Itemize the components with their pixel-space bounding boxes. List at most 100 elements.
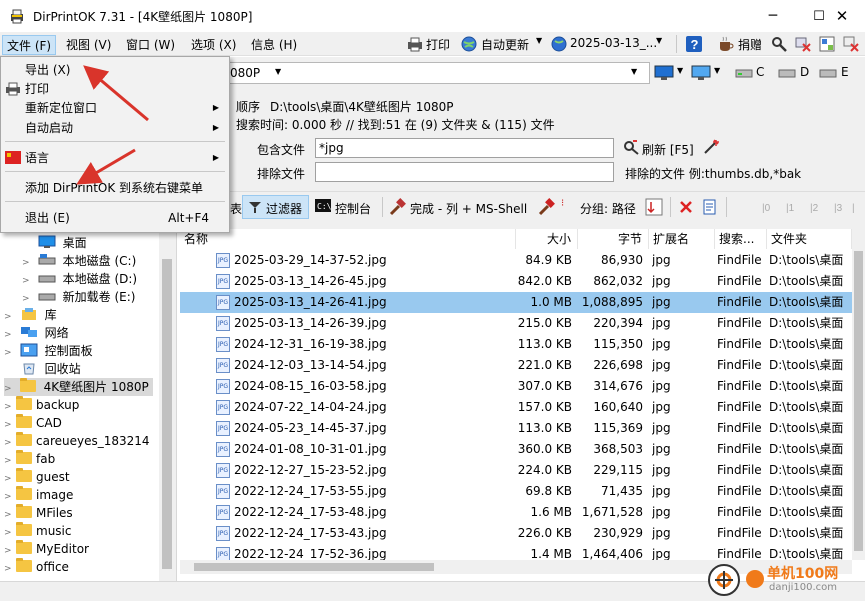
column-header-size[interactable]: 大小 (516, 229, 578, 249)
tree-item-folder[interactable]: > careueyes_183214 (4, 432, 150, 450)
drive-icon[interactable] (819, 66, 837, 83)
finish-columns-icon[interactable] (389, 198, 407, 219)
copy-list-icon[interactable] (701, 198, 719, 219)
tree-item-folder[interactable]: > image (4, 486, 73, 504)
date-select[interactable]: 2025-03-13_... (570, 36, 657, 50)
menu-view[interactable]: 视图 (V) (62, 35, 115, 55)
tree-item-folder[interactable]: > backup (4, 396, 79, 414)
tree-item-folder[interactable]: > fab (4, 450, 55, 468)
refresh-icon[interactable] (622, 139, 640, 158)
tree-item-drive-e[interactable]: > 新加载卷 (E:) (22, 288, 135, 306)
refresh-button[interactable]: 刷新 [F5] (642, 141, 694, 158)
menu-item-exit[interactable]: 退出 (E) Alt+F4 (1, 208, 229, 228)
menu-file[interactable]: 文件 (F) (2, 35, 57, 55)
tools-icon[interactable] (771, 36, 787, 55)
chevron-down-icon[interactable]: ▼ (631, 67, 637, 76)
drive-d-label[interactable]: D (800, 65, 809, 79)
tree-item-network[interactable]: > 网络 (4, 324, 69, 342)
table-row[interactable]: JPG 2022-12-27_15-23-52.jpg 224.0 KB 229,11… (180, 460, 852, 481)
close-button[interactable]: ✕ (819, 0, 865, 32)
tree-item-folder[interactable]: > CAD (4, 414, 62, 432)
table-row[interactable]: JPG 2024-01-08_10-31-01.jpg 360.0 KB 368,50… (180, 439, 852, 460)
tree-item-recycle-bin[interactable]: 回收站 (4, 360, 81, 378)
column-header-extension[interactable]: 扩展名 (649, 229, 715, 249)
chevron-down-icon[interactable]: ▼ (536, 36, 542, 45)
drive-c-label[interactable]: C (756, 65, 764, 79)
drive-e-label[interactable]: E (841, 65, 849, 79)
menu-item-print[interactable]: 打印 (1, 79, 229, 99)
tree-scroll-thumb[interactable] (162, 259, 172, 569)
level-2-icon[interactable]: |2 (810, 200, 826, 217)
tree-item-folder[interactable]: > guest (4, 468, 70, 486)
tree-item-drive-d[interactable]: > 本地磁盘 (D:) (22, 270, 137, 288)
table-row[interactable]: JPG 2024-07-22_14-04-24.jpg 157.0 KB 160,64… (180, 397, 852, 418)
monitor-icon[interactable] (654, 65, 674, 84)
delete-icon[interactable] (678, 199, 694, 218)
table-row[interactable]: JPG 2025-03-13_14-26-39.jpg 215.0 KB 220,39… (180, 313, 852, 334)
column-header-bytes[interactable]: 字节 (578, 229, 649, 249)
level-1-icon[interactable]: |1 (786, 200, 802, 217)
tree-item-folder[interactable]: > MyEditor (4, 540, 89, 558)
coffee-cup-icon[interactable] (717, 35, 735, 56)
tree-item-folder[interactable]: > music (4, 522, 71, 540)
menu-item-add-context-menu[interactable]: 添加 DirPrintOK 到系统右键菜单 (1, 178, 229, 198)
menu-info[interactable]: 信息 (H) (247, 35, 301, 55)
exclude-files-input[interactable] (315, 162, 614, 182)
console-button[interactable]: 控制台 (335, 200, 371, 217)
tree-item-drive-c[interactable]: > 本地磁盘 (C:) (22, 252, 136, 270)
table-row[interactable]: JPG 2024-12-03_13-14-54.jpg 221.0 KB 226,69… (180, 355, 852, 376)
menu-item-language[interactable]: 语言 ▶ (1, 148, 229, 168)
tree-item-control-panel[interactable]: > 控制面板 (4, 342, 93, 360)
level-3-icon[interactable]: |3 (834, 200, 850, 217)
group-by-path[interactable]: 分组: 路径 (580, 200, 636, 217)
auto-update-button[interactable]: 自动更新 (481, 36, 529, 53)
filter-button[interactable]: 过滤器 (242, 195, 309, 219)
tree-item-selected-folder[interactable]: > 4K壁纸图片 1080P (4, 378, 153, 396)
wand-icon[interactable] (703, 139, 719, 158)
file-list-scrollbar[interactable] (852, 229, 865, 560)
window-layout-icon[interactable] (819, 36, 835, 55)
close-window-icon[interactable] (843, 36, 859, 55)
tree-item-folder[interactable]: > office (4, 558, 69, 576)
table-row[interactable]: JPG 2022-12-24_17-53-55.jpg 69.8 KB 71,435 j… (180, 481, 852, 502)
globe-update-icon[interactable] (461, 36, 477, 55)
tree-item-desktop[interactable]: 桌面 (22, 234, 87, 252)
include-files-input[interactable]: *jpg (315, 138, 614, 158)
column-header-search[interactable]: 搜索... (715, 229, 767, 249)
finish-columns-button[interactable]: 完成 - 列 + MS-Shell (410, 200, 527, 217)
drive-icon[interactable] (735, 66, 753, 83)
console-icon[interactable]: C:\ (315, 199, 332, 216)
path-combo[interactable]: 080P ▼ ▼ (220, 62, 650, 84)
menu-window[interactable]: 窗口 (W) (122, 35, 179, 55)
monitor-icon[interactable] (691, 65, 711, 84)
table-row[interactable]: JPG 2025-03-13_14-26-41.jpg 1.0 MB 1,088,89… (180, 292, 852, 313)
menu-options[interactable]: 选项 (X) (187, 35, 240, 55)
drive-icon[interactable] (778, 66, 796, 83)
table-row[interactable]: JPG 2022-12-24_17-53-48.jpg 1.6 MB 1,671,52… (180, 502, 852, 523)
table-row[interactable]: JPG 2024-05-23_14-45-37.jpg 113.0 KB 115,36… (180, 418, 852, 439)
table-row[interactable]: JPG 2024-12-31_16-19-38.jpg 113.0 KB 115,35… (180, 334, 852, 355)
tree-scrollbar[interactable] (159, 229, 176, 581)
level-4-icon[interactable]: | (852, 200, 864, 217)
chevron-down-icon[interactable]: ▼ (275, 67, 281, 76)
table-row[interactable]: JPG 2025-03-13_14-26-45.jpg 842.0 KB 862,03… (180, 271, 852, 292)
table-row[interactable]: JPG 2022-12-24_17-53-43.jpg 226.0 KB 230,92… (180, 523, 852, 544)
tree-item-folder[interactable]: > MFiles (4, 504, 73, 522)
chevron-down-icon[interactable]: ▼ (714, 66, 720, 75)
help-icon[interactable]: ? (685, 35, 703, 56)
print-icon[interactable] (406, 36, 424, 55)
donate-button[interactable]: 捐赠 (738, 36, 762, 53)
tree-item-libraries[interactable]: > 库 (4, 306, 57, 324)
column-header-name[interactable]: 名称 (180, 229, 516, 249)
chevron-down-icon[interactable]: ▼ (677, 66, 683, 75)
menu-item-export[interactable]: 导出 (X) (1, 60, 229, 80)
table-row[interactable]: JPG 2024-08-15_16-03-58.jpg 307.0 KB 314,67… (180, 376, 852, 397)
file-list-scroll-thumb[interactable] (854, 251, 863, 551)
list-tab-tail[interactable]: 表 (230, 200, 242, 217)
file-list-hscroll-thumb[interactable] (194, 563, 434, 571)
print-button[interactable]: 打印 (426, 36, 450, 53)
chevron-down-icon[interactable]: ▼ (656, 36, 662, 45)
sort-icon[interactable] (645, 198, 663, 219)
expand-icon[interactable]: > (4, 560, 16, 578)
table-row[interactable]: JPG 2022-12-24_17-52-36.jpg 1.4 MB 1,464,40… (180, 544, 852, 560)
